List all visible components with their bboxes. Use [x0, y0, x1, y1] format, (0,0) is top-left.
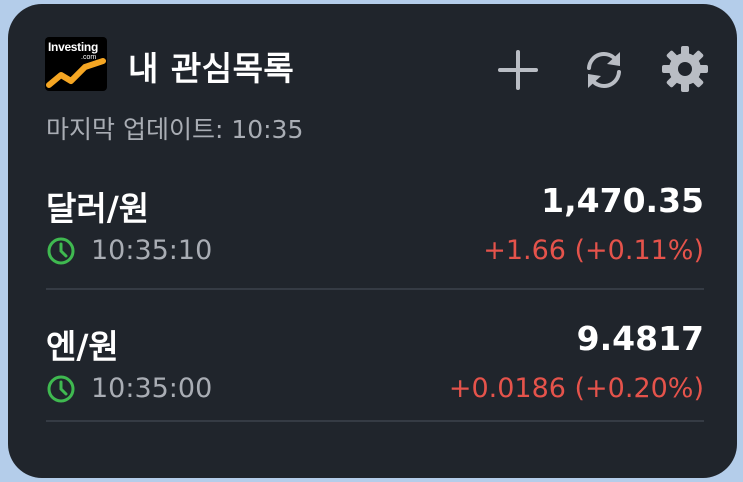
gear-icon[interactable] — [660, 44, 710, 94]
plus-icon[interactable] — [496, 48, 540, 92]
watchlist-item-jpy-krw[interactable]: 엔/원 9.4817 10:35:00 +0.0186 (+0.20%) — [46, 302, 704, 432]
price-change: +0.0186 (+0.20%) — [448, 373, 704, 404]
price-change: +1.66 (+0.11%) — [483, 235, 704, 266]
refresh-icon[interactable] — [580, 46, 628, 94]
instrument-name: 엔/원 — [46, 327, 119, 366]
watchlist-item-usd-krw[interactable]: 달러/원 1,470.35 10:35:10 +1.66 (+0.11%) — [46, 164, 704, 294]
clock-icon — [47, 237, 75, 265]
clock-icon — [47, 375, 75, 403]
watchlist-title: 내 관심목록 — [128, 49, 295, 88]
chart-logo-icon — [46, 58, 106, 88]
instrument-name: 달러/원 — [46, 189, 150, 228]
quote-time: 10:35:10 — [91, 235, 213, 266]
watchlist-widget: Investing .com 내 관심목록 마지막 업데이트: 10:35 달러… — [8, 4, 737, 478]
divider — [46, 288, 704, 290]
last-updated: 마지막 업데이트: 10:35 — [46, 115, 304, 144]
instrument-price: 1,470.35 — [541, 181, 704, 220]
divider — [46, 420, 704, 422]
quote-time: 10:35:00 — [91, 373, 213, 404]
investing-logo[interactable]: Investing .com — [45, 37, 107, 91]
instrument-price: 9.4817 — [576, 319, 704, 358]
